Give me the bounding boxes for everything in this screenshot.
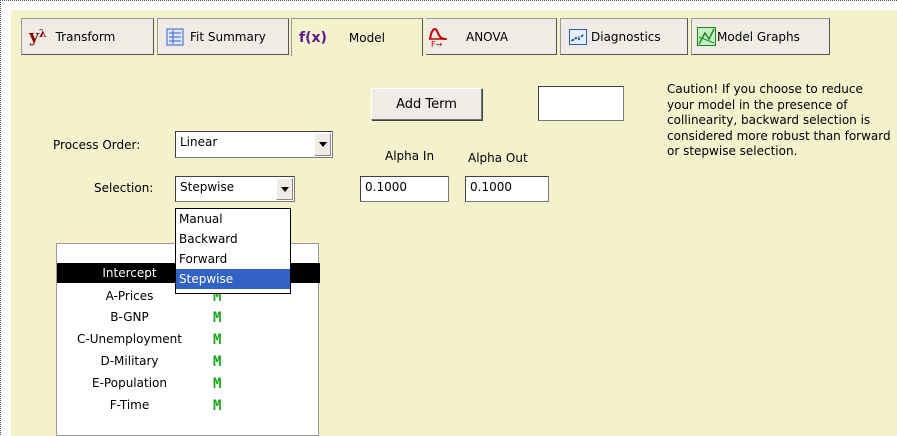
tab-label: Fit Summary [190,29,266,44]
fx-icon: f(x) [299,29,327,46]
model-term-mark[interactable]: M [213,398,221,414]
selection-select[interactable]: Stepwise [175,176,295,202]
window-frame: yλ Transform Fit Summary f(x) Model F→ A… [0,0,897,436]
model-term-mark[interactable]: M [213,376,221,392]
dropdown-option-forward[interactable]: Forward [176,249,290,269]
alpha-out-label: Alpha Out [468,151,528,165]
model-term-mark[interactable]: M [213,332,221,348]
selection-label: Selection: [94,181,154,195]
f-distribution-icon: F→ [428,25,448,49]
tab-anova[interactable]: F→ ANOVA [426,18,557,55]
chevron-down-icon[interactable] [314,133,331,156]
dropdown-option-backward[interactable]: Backward [176,229,290,249]
model-term-mark[interactable]: M [213,310,221,326]
add-term-button[interactable]: Add Term [371,88,482,120]
table-row[interactable]: B-GNP M [57,307,320,327]
factor-name: B-GNP [110,310,149,324]
alpha-in-input[interactable]: 0.1000 [360,176,449,202]
tab-label: Model Graphs [717,29,800,44]
factor-name: D-Military [100,354,159,368]
factor-name: E-Population [92,376,167,390]
chevron-down-icon[interactable] [276,178,293,200]
table-row[interactable]: E-Population M [57,373,320,393]
tab-label: Transform [55,29,116,44]
process-order-label: Process Order: [53,138,141,152]
dropdown-option-manual[interactable]: Manual [176,209,290,229]
lambda-icon: yλ [29,26,47,47]
process-order-value: Linear [180,135,218,149]
tab-model-graphs[interactable]: Model Graphs [691,18,830,55]
tab-label: ANOVA [466,29,509,44]
table-row[interactable]: D-Military M [57,351,320,371]
tab-fit-summary[interactable]: Fit Summary [157,18,289,55]
alpha-in-label: Alpha In [385,149,435,163]
dropdown-option-stepwise[interactable]: Stepwise [176,269,290,289]
tab-transform[interactable]: yλ Transform [21,18,154,55]
selection-value: Stepwise [180,180,235,194]
factor-name: C-Unemployment [77,332,182,346]
add-term-input[interactable] [538,86,624,121]
tab-label: Model [348,30,385,45]
list-icon [166,28,184,46]
selection-dropdown-list: Manual Backward Forward Stepwise [175,208,291,294]
table-row[interactable]: F-Time M [57,395,320,415]
alpha-out-input[interactable]: 0.1000 [465,176,549,202]
process-order-select[interactable]: Linear [175,131,333,158]
tab-diagnostics[interactable]: Diagnostics [560,18,688,55]
model-term-mark[interactable]: M [213,354,221,370]
scatter-plot-icon [569,28,587,45]
table-row[interactable]: C-Unemployment M [57,329,320,349]
svg-text:F→: F→ [431,40,443,49]
tab-model[interactable]: f(x) Model [291,18,423,56]
tab-label: Diagnostics [591,29,661,44]
graph-icon [697,27,716,46]
factor-name: F-Time [109,398,150,412]
caution-text: Caution! If you choose to reduce your mo… [667,82,891,158]
